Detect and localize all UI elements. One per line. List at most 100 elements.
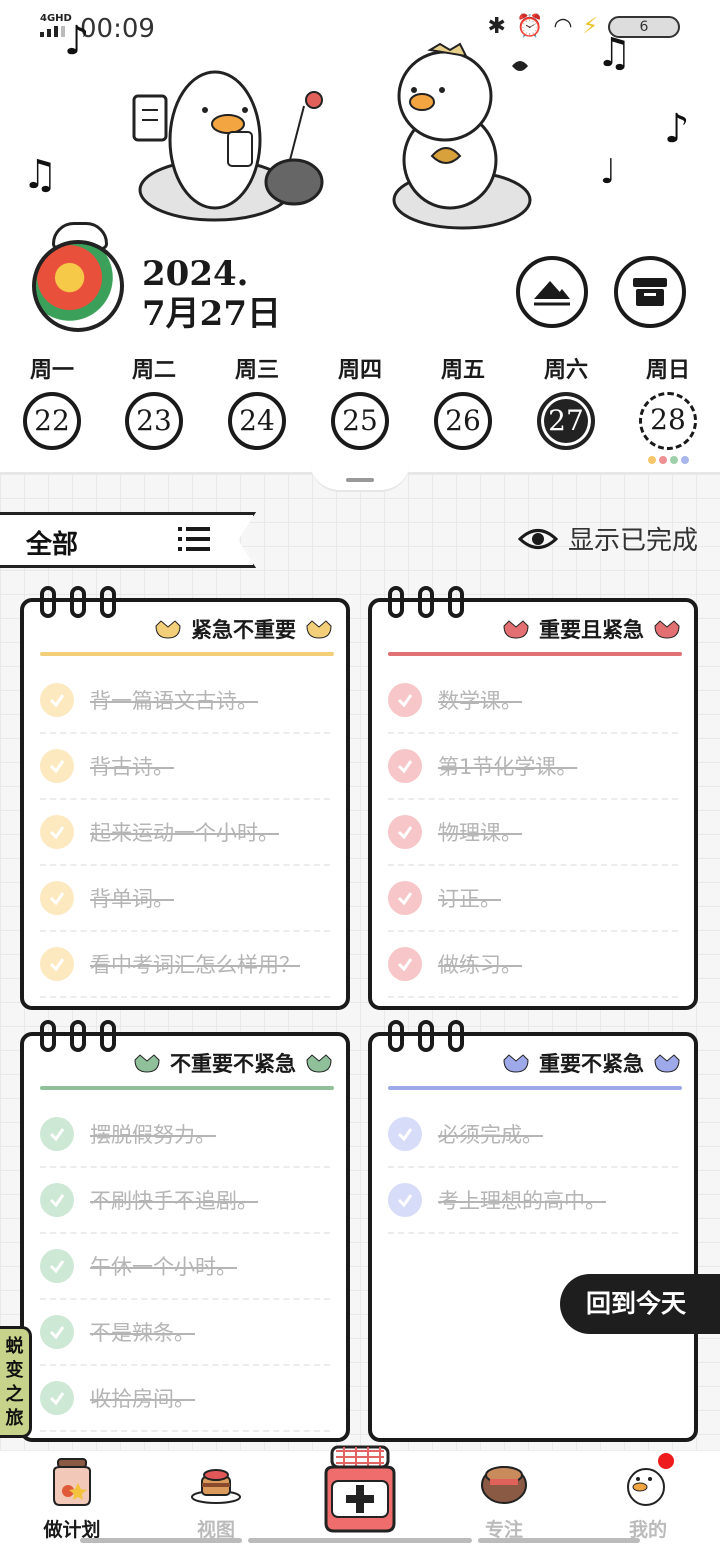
day-number: 23: [125, 392, 183, 450]
day-friday[interactable]: 周五 26: [423, 352, 503, 450]
check-icon[interactable]: [40, 881, 74, 915]
show-completed-label: 显示已完成: [567, 526, 698, 556]
tulip-icon: [134, 1054, 160, 1073]
task-text: 订正。: [438, 887, 501, 911]
transformation-journey-tab[interactable]: 蜕变之旅: [0, 1326, 32, 1438]
home-indicator: [248, 1538, 472, 1543]
task-item[interactable]: 做练习。: [388, 932, 678, 998]
binder-rings: [388, 586, 464, 618]
check-icon[interactable]: [40, 947, 74, 981]
task-item[interactable]: 起来运动一个小时。: [40, 800, 330, 866]
signal-icon: [40, 26, 65, 37]
task-item[interactable]: 不刷快手不追剧。: [40, 1168, 330, 1234]
check-icon[interactable]: [40, 1381, 74, 1415]
quadrant-important-not-urgent: 重要不紧急 必须完成。 考上理想的高中。: [368, 1020, 698, 1442]
drag-handle-bar[interactable]: [346, 478, 374, 482]
nav-view[interactable]: 视图: [166, 1453, 266, 1542]
collapse-handle[interactable]: [310, 462, 410, 492]
check-icon[interactable]: [40, 1315, 74, 1349]
tulip-icon: [155, 620, 181, 639]
day-sunday[interactable]: 周日 28: [628, 352, 708, 464]
task-item[interactable]: 第1节化学课。: [388, 734, 678, 800]
task-item[interactable]: 背古诗。: [40, 734, 330, 800]
check-icon[interactable]: [388, 881, 422, 915]
task-item[interactable]: 看中考词汇怎么样用？: [40, 932, 330, 998]
day-saturday[interactable]: 周六 27: [526, 352, 606, 450]
dot: [647, 456, 656, 464]
task-item[interactable]: 必须完成。: [388, 1102, 678, 1168]
day-number: 26: [434, 392, 492, 450]
quadrant-divider: [388, 1086, 682, 1090]
tulip-icon: [306, 620, 332, 639]
task-item[interactable]: 不是辣条。: [40, 1300, 330, 1366]
date-day: 7月27日: [142, 294, 281, 334]
archive-box-icon: [633, 278, 667, 306]
task-text: 背一篇语文古诗。: [90, 689, 258, 713]
task-item[interactable]: 午休一个小时。: [40, 1234, 330, 1300]
day-monday[interactable]: 周一 22: [12, 352, 92, 450]
day-wednesday[interactable]: 周三 24: [217, 352, 297, 450]
avatar[interactable]: [32, 240, 124, 332]
dot: [658, 456, 667, 464]
day-number-selected: 27: [537, 392, 595, 450]
home-indicator: [478, 1538, 640, 1543]
check-icon[interactable]: [40, 815, 74, 849]
day-label: 周一: [29, 357, 74, 383]
task-item[interactable]: 考上理想的高中。: [388, 1168, 678, 1234]
task-item[interactable]: 订正。: [388, 866, 678, 932]
check-icon[interactable]: [40, 1183, 74, 1217]
tulip-icon: [503, 620, 529, 639]
check-icon[interactable]: [388, 947, 422, 981]
check-icon[interactable]: [40, 1117, 74, 1151]
back-to-today-button[interactable]: 回到今天: [560, 1274, 720, 1334]
check-icon[interactable]: [388, 1117, 422, 1151]
nav-mine[interactable]: 我的: [598, 1453, 698, 1542]
task-item[interactable]: 背单词。: [40, 866, 330, 932]
task-item[interactable]: 数学课。: [388, 668, 678, 734]
wifi-icon: ◠: [553, 14, 573, 39]
check-icon[interactable]: [388, 683, 422, 717]
alarm-icon: ⏰: [515, 14, 544, 39]
quadrant-not-important-not-urgent: 不重要不紧急 摆脱假努力。 不刷快手不追剧。 午休一个小时。 不是辣条。 收拾房…: [20, 1020, 350, 1442]
tulip-icon: [306, 1054, 332, 1073]
jar-icon: [53, 1458, 91, 1506]
quadrant-divider: [40, 652, 334, 656]
nav-focus[interactable]: 专注: [454, 1453, 554, 1542]
archive-button[interactable]: [614, 256, 686, 328]
binder-rings: [40, 1020, 116, 1052]
bottom-navigation: 做计划 视图 专注 我的: [0, 1445, 720, 1544]
day-label: 周二: [131, 357, 176, 383]
check-icon[interactable]: [40, 683, 74, 717]
day-thursday[interactable]: 周四 25: [320, 352, 400, 450]
task-text: 物理课。: [438, 821, 522, 845]
check-icon[interactable]: [388, 815, 422, 849]
task-text: 必须完成。: [438, 1123, 543, 1147]
mountain-button[interactable]: [516, 256, 588, 328]
acorn-bowl-icon: [481, 1466, 527, 1504]
check-icon[interactable]: [40, 749, 74, 783]
current-date: 2024. 7月27日: [142, 254, 281, 334]
check-icon[interactable]: [388, 749, 422, 783]
day-tuesday[interactable]: 周二 23: [114, 352, 194, 450]
check-icon[interactable]: [388, 1183, 422, 1217]
add-task-button[interactable]: [318, 1443, 402, 1535]
task-text: 考上理想的高中。: [438, 1189, 606, 1213]
task-item[interactable]: 摆脱假努力。: [40, 1102, 330, 1168]
check-icon[interactable]: [40, 1249, 74, 1283]
dot: [680, 456, 689, 464]
nav-plan[interactable]: 做计划: [22, 1453, 122, 1542]
week-selector: 周一 22 周二 23 周三 24 周四 25 周五 26 周六 27 周日 2…: [0, 352, 720, 472]
cake-icon: [191, 1469, 241, 1504]
task-text: 数学课。: [438, 689, 522, 713]
eye-icon: [517, 528, 558, 549]
task-item[interactable]: 收拾房间。: [40, 1366, 330, 1432]
filter-dropdown[interactable]: 全部: [0, 512, 250, 568]
task-item[interactable]: 物理课。: [388, 800, 678, 866]
task-item[interactable]: 背一篇语文古诗。: [40, 668, 330, 734]
task-text: 背单词。: [90, 887, 174, 911]
quadrant-urgent-not-important: 紧急不重要 背一篇语文古诗。 背古诗。 起来运动一个小时。 背单词。 看中考词汇…: [20, 586, 350, 1010]
quadrant-title: 重要且紧急: [539, 617, 644, 642]
task-text: 做练习。: [438, 953, 522, 977]
task-text: 不刷快手不追剧。: [90, 1189, 258, 1213]
show-completed-toggle[interactable]: 显示已完成: [517, 520, 698, 557]
